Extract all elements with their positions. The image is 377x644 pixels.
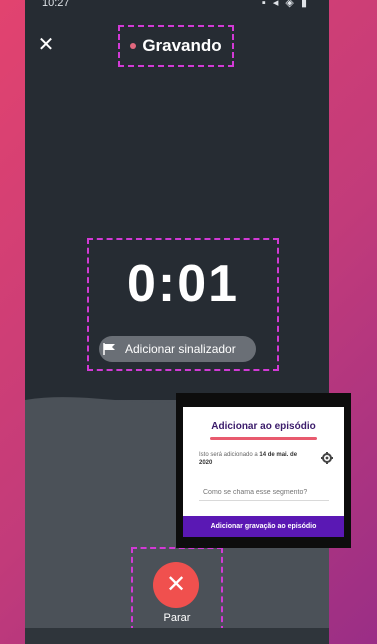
timer-panel: 0:01 Adicionar sinalizador [87, 238, 279, 371]
status-icons: ▪ ◂ ◈ ▮ [261, 0, 309, 9]
flag-icon [103, 343, 117, 355]
popup-title-underline [210, 437, 317, 440]
status-bar: 10:27 ▪ ◂ ◈ ▮ [25, 0, 329, 18]
popup-card: Adicionar ao episódio Isto será adiciona… [183, 407, 344, 537]
close-button[interactable]: ✕ [35, 34, 57, 56]
stop-control: ✕ Parar [131, 547, 223, 632]
stop-button[interactable]: ✕ [153, 562, 199, 608]
stop-label: Parar [163, 612, 191, 624]
recording-dot-icon [130, 43, 137, 49]
add-recording-to-episode-button[interactable]: Adicionar gravação ao episódio [183, 516, 344, 537]
recording-status: Gravando [118, 25, 234, 67]
recording-title: Gravando [142, 36, 222, 55]
popup-title: Adicionar ao episódio [211, 421, 316, 432]
add-marker-button[interactable]: Adicionar sinalizador [99, 336, 256, 362]
status-time: 10:27 [42, 0, 70, 9]
add-marker-label: Adicionar sinalizador [125, 342, 236, 356]
bottom-navigation [25, 628, 329, 644]
segment-name-input[interactable] [199, 485, 329, 501]
popup-info: Isto será adicionado a 14 de mai. de 202… [199, 451, 303, 467]
recording-timer: 0:01 [126, 255, 240, 313]
add-to-episode-popup: Adicionar ao episódio Isto será adiciona… [176, 393, 351, 548]
gear-icon[interactable] [321, 451, 333, 464]
popup-info-prefix: Isto será adicionado a [199, 452, 260, 458]
